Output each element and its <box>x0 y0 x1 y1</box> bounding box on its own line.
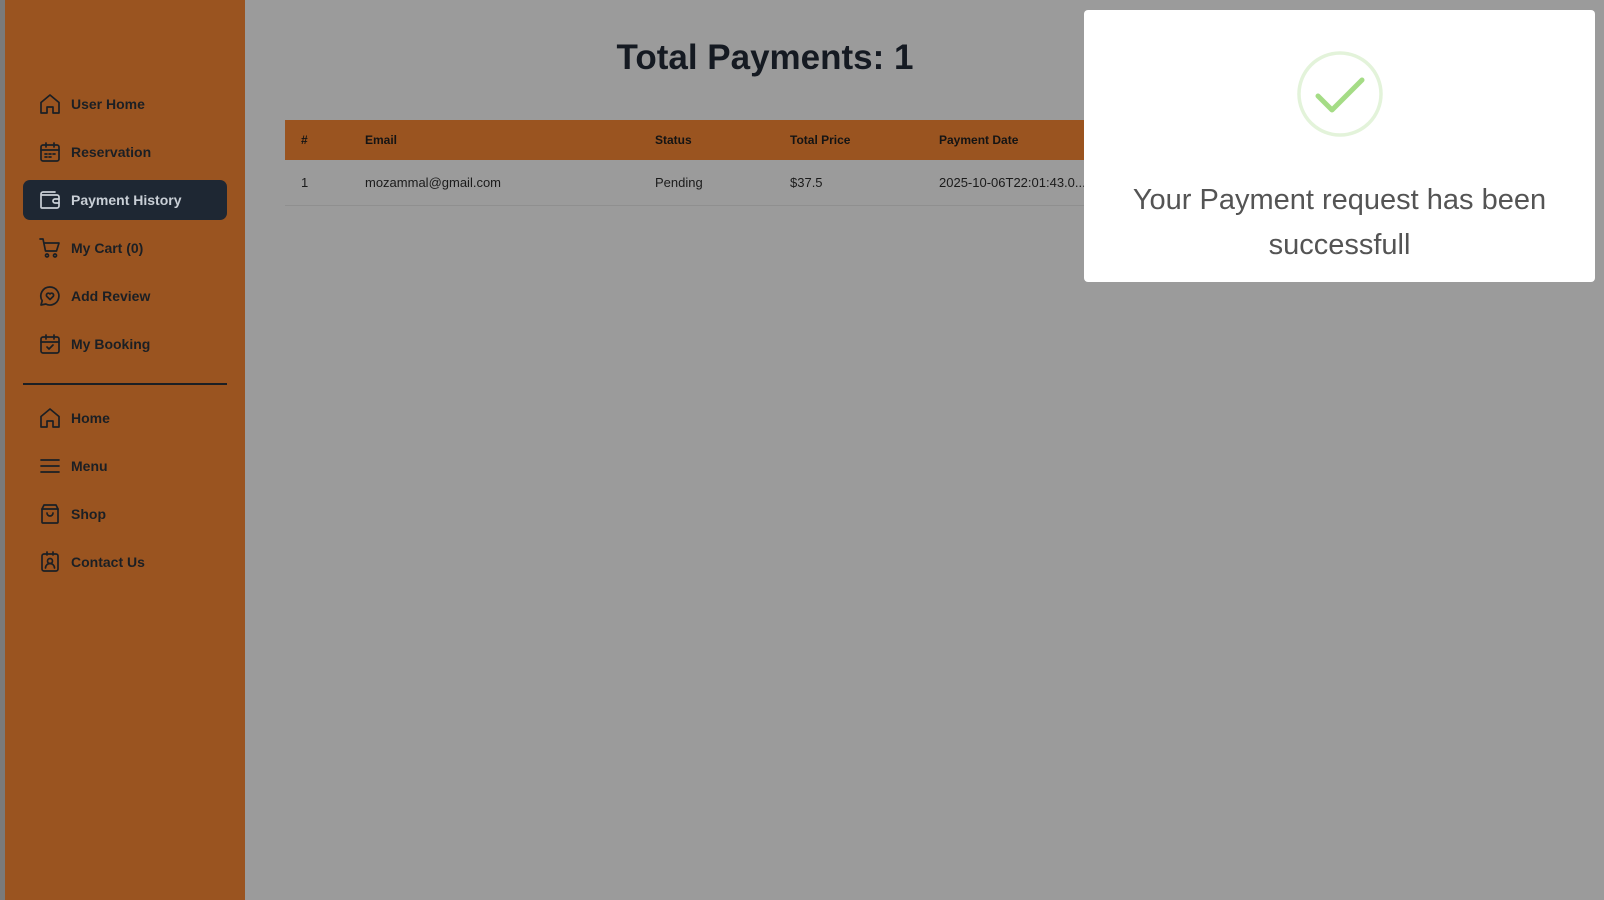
sidebar-item-label: User Home <box>71 96 145 112</box>
success-modal: Your Payment request has been successful… <box>1084 10 1595 282</box>
sidebar-item-label: Home <box>71 410 110 426</box>
sidebar-item-label: My Booking <box>71 336 151 352</box>
sidebar-item-my-booking[interactable]: My Booking <box>23 324 227 364</box>
table-cell: 1 <box>301 175 309 190</box>
table-cell: mozammal@gmail.com <box>365 175 501 190</box>
sidebar-item-label: Add Review <box>71 288 151 304</box>
wallet-icon <box>38 188 62 212</box>
sidebar-item-my-cart[interactable]: My Cart (0) <box>23 228 227 268</box>
column-header: Email <box>365 133 398 147</box>
contact-icon <box>38 550 62 574</box>
home-icon <box>38 92 62 116</box>
sidebar-item-shop[interactable]: Shop <box>23 494 227 534</box>
sidebar-item-label: Menu <box>71 458 108 474</box>
menu-icon <box>38 454 62 478</box>
modal-message: Your Payment request has been successful… <box>1132 184 1547 261</box>
sidebar-item-label: My Cart (0) <box>71 240 144 256</box>
sidebar-item-payment-history[interactable]: Payment History <box>23 180 227 220</box>
column-header: Total Price <box>790 133 851 147</box>
sidebar-item-label: Reservation <box>71 144 152 160</box>
review-icon <box>38 284 62 308</box>
sidebar-item-reservation[interactable]: Reservation <box>23 132 227 172</box>
sidebar-item-add-review[interactable]: Add Review <box>23 276 227 316</box>
shopping-bag-icon <box>38 502 62 526</box>
sidebar-item-label: Contact Us <box>71 554 145 570</box>
dashboard-nav: User Home Reservation Payment History My… <box>23 84 227 372</box>
column-header: Status <box>655 133 692 147</box>
calendar-icon <box>38 140 62 164</box>
sidebar-item-user-home[interactable]: User Home <box>23 84 227 124</box>
sidebar-divider <box>23 383 227 385</box>
sidebar: User Home Reservation Payment History My… <box>5 0 245 900</box>
site-nav: Home Menu Shop Contact Us <box>23 398 227 590</box>
app-root: User Home Reservation Payment History My… <box>0 0 1604 900</box>
sidebar-item-label: Shop <box>71 506 106 522</box>
column-header: # <box>301 133 308 147</box>
sidebar-item-home[interactable]: Home <box>23 398 227 438</box>
table-cell: $37.5 <box>790 175 823 190</box>
cart-icon <box>38 236 62 260</box>
home-icon <box>38 406 62 430</box>
sidebar-item-contact-us[interactable]: Contact Us <box>23 542 227 582</box>
success-check-icon <box>1296 50 1384 138</box>
calendar-check-icon <box>38 332 62 356</box>
sidebar-item-menu[interactable]: Menu <box>23 446 227 486</box>
sidebar-item-label: Payment History <box>71 192 182 208</box>
table-cell: Pending <box>655 175 703 190</box>
